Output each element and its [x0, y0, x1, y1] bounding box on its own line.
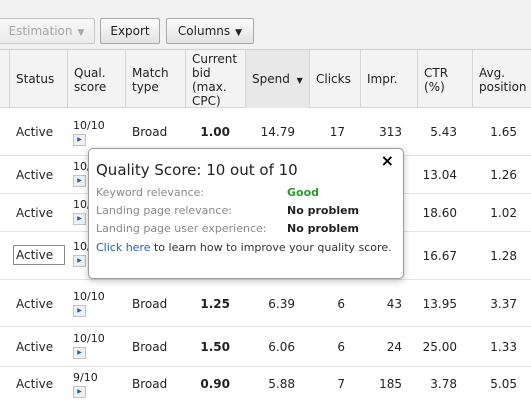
status-value[interactable]: Active	[16, 206, 53, 220]
export-label: Export	[110, 24, 150, 38]
quality-score-details-icon[interactable]: ▶	[73, 213, 86, 225]
column-header-clicks[interactable]: Clicks	[309, 50, 360, 108]
ctr-value: 5.43	[430, 125, 457, 139]
spend-value: 5.88	[268, 377, 295, 391]
spend-value: 6.39	[268, 297, 295, 311]
estimation-label: Estimation	[8, 24, 73, 38]
quality-score-details-icon[interactable]: ▶	[73, 305, 86, 317]
close-icon[interactable]: ×	[381, 151, 394, 170]
current-bid-value[interactable]: 1.00	[200, 125, 230, 139]
avg-position-value: 5.05	[490, 377, 517, 391]
quality-score-details-icon[interactable]: ▶	[73, 175, 86, 187]
column-header-spend[interactable]: Spend ▼	[245, 50, 309, 108]
status-select[interactable]: Active	[13, 245, 65, 265]
column-header-impr[interactable]: Impr.	[360, 50, 417, 108]
columns-dropdown[interactable]: Columns ▼	[166, 18, 254, 44]
quality-score-popup: Quality Score: 10 out of 10 × Keyword re…	[88, 148, 404, 279]
impr-value: 185	[379, 377, 402, 391]
quality-score-details-icon[interactable]: ▶	[73, 134, 86, 146]
ctr-value: 18.60	[422, 206, 457, 220]
quality-score-value: 10/10	[73, 332, 105, 345]
match-type-value: Broad	[132, 340, 168, 354]
status-value[interactable]: Active	[16, 377, 53, 391]
quality-score-value: 9/10	[73, 371, 98, 384]
spend-value: 14.79	[260, 125, 295, 139]
table-row: Active 10/10 ▶ Broad 1.25 6.39 6 43 13.9…	[0, 280, 531, 327]
sort-descending-icon: ▼	[296, 76, 303, 85]
match-type-value: Broad	[132, 297, 168, 311]
avg-position-value: 1.33	[490, 340, 517, 354]
match-type-value: Broad	[132, 377, 168, 391]
clicks-value: 6	[337, 340, 345, 354]
landing-page-experience-value: No problem	[287, 222, 360, 235]
column-header-match-type[interactable]: Match type	[125, 50, 185, 108]
status-value[interactable]: Active	[16, 340, 53, 354]
impr-value: 43	[386, 297, 402, 311]
impr-value: 313	[379, 125, 402, 139]
landing-page-relevance-label: Landing page relevance:	[96, 204, 232, 217]
current-bid-value[interactable]: 1.25	[200, 297, 230, 311]
click-here-link[interactable]: Click here	[96, 241, 151, 254]
ctr-value: 16.67	[422, 249, 457, 263]
column-header-ctr[interactable]: CTR (%)	[417, 50, 472, 108]
clicks-value: 17	[329, 125, 345, 139]
chevron-down-icon: ▼	[77, 28, 85, 38]
avg-position-value: 1.28	[490, 249, 517, 263]
current-bid-value[interactable]: 1.50	[200, 340, 230, 354]
ctr-value: 13.04	[422, 168, 457, 182]
clicks-value: 7	[337, 377, 345, 391]
quality-score-value: 10/10	[73, 119, 105, 132]
columns-label: Columns	[177, 24, 231, 38]
ctr-value: 25.00	[422, 340, 457, 354]
column-header-status[interactable]: Status	[9, 50, 67, 108]
status-value[interactable]: Active	[16, 168, 53, 182]
quality-score-details-icon[interactable]: ▶	[73, 255, 86, 267]
chevron-down-icon: ▼	[235, 28, 243, 38]
spend-value: 6.06	[268, 340, 295, 354]
improve-quality-score-suffix: to learn how to improve your quality sco…	[150, 241, 392, 254]
toolbar: Estimation ▼ Export Columns ▼	[0, 0, 531, 50]
avg-position-value: 1.02	[490, 206, 517, 220]
table-header: Status Qual. score Match type Current bi…	[0, 50, 531, 108]
ctr-value: 13.95	[422, 297, 457, 311]
column-header-avg-position[interactable]: Avg. position	[472, 50, 531, 108]
keyword-relevance-label: Keyword relevance:	[96, 186, 205, 199]
table-row: Active 10/10 ▶ Broad 1.50 6.06 6 24 25.0…	[0, 327, 531, 367]
keyword-relevance-value: Good	[287, 186, 320, 199]
quality-score-details-icon[interactable]: ▶	[73, 347, 86, 359]
current-bid-value[interactable]: 0.90	[200, 377, 230, 391]
status-value[interactable]: Active	[16, 125, 53, 139]
popup-title: Quality Score: 10 out of 10	[96, 161, 298, 179]
export-button[interactable]: Export	[100, 18, 160, 44]
avg-position-value: 1.26	[490, 168, 517, 182]
estimation-dropdown[interactable]: Estimation ▼	[0, 18, 95, 44]
match-type-value: Broad	[132, 125, 168, 139]
impr-value: 24	[386, 340, 402, 354]
table-row: Active 9/10 ▶ Broad 0.90 5.88 7 185 3.78…	[0, 367, 531, 400]
improve-quality-score-text: Click here to learn how to improve your …	[96, 241, 396, 255]
avg-position-value: 3.37	[490, 297, 517, 311]
ctr-value: 3.78	[430, 377, 457, 391]
quality-score-value: 10/10	[73, 290, 105, 303]
landing-page-experience-label: Landing page user experience:	[96, 222, 267, 235]
avg-position-value: 1.65	[490, 125, 517, 139]
quality-score-details-icon[interactable]: ▶	[73, 386, 86, 398]
landing-page-relevance-value: No problem	[287, 204, 360, 217]
status-value[interactable]: Active	[16, 297, 53, 311]
column-header-qual-score[interactable]: Qual. score	[67, 50, 125, 108]
column-header-current-bid[interactable]: Current bid (max. CPC)	[185, 50, 245, 108]
clicks-value: 6	[337, 297, 345, 311]
